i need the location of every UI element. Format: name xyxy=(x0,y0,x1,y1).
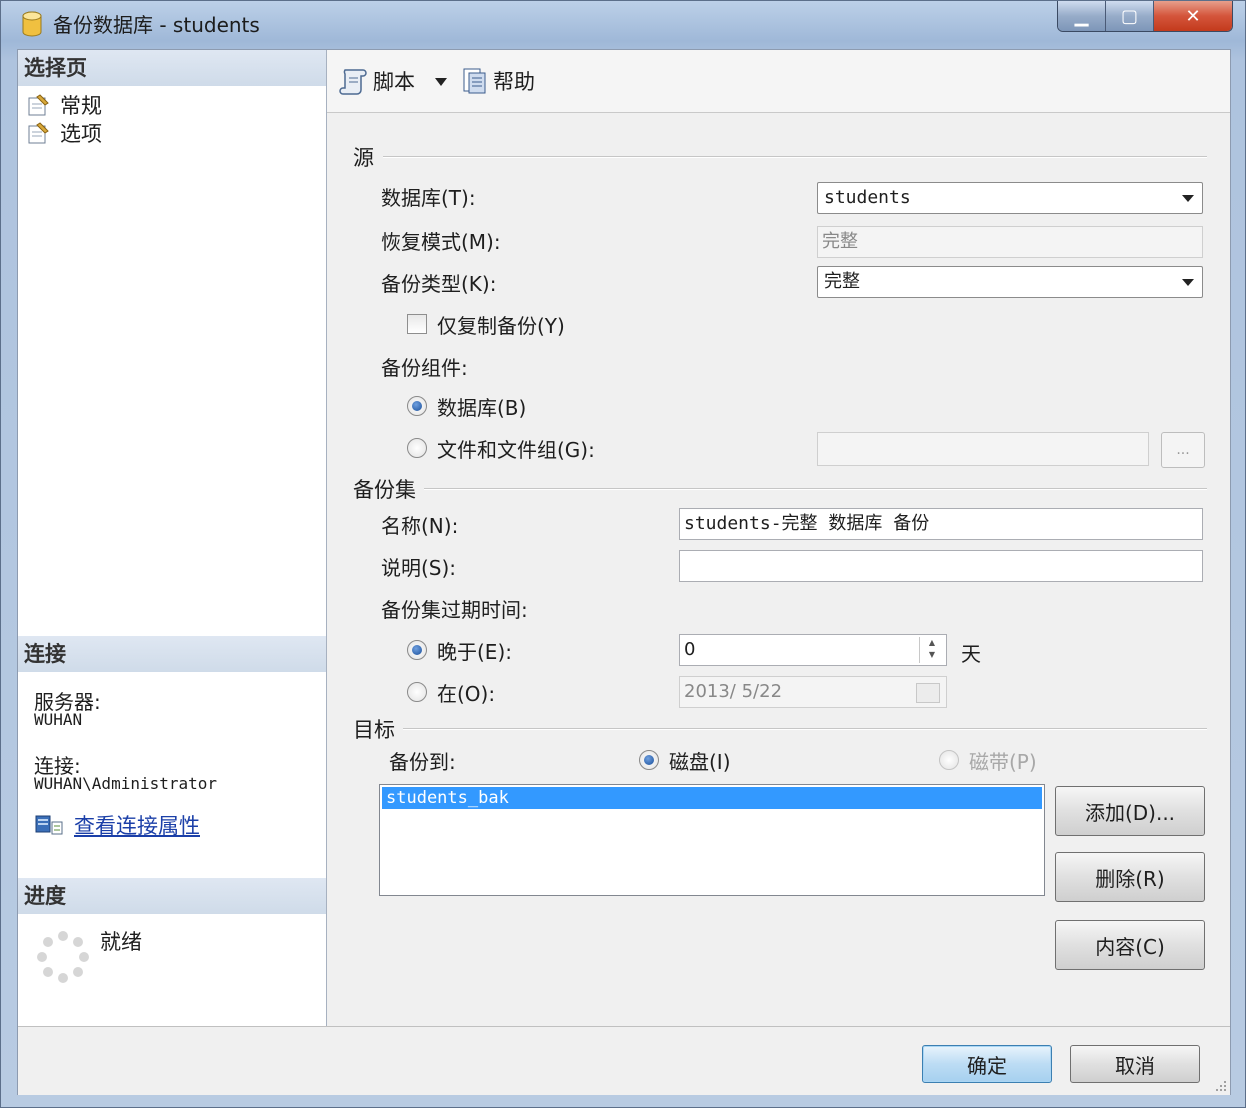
destination-disk-label: 磁盘(I) xyxy=(669,750,731,774)
page-wrench-icon xyxy=(28,94,49,116)
expire-label: 备份集过期时间: xyxy=(381,598,528,622)
close-icon: ✕ xyxy=(1185,5,1201,27)
calendar-icon xyxy=(916,683,940,703)
help-label: 帮助 xyxy=(493,70,535,94)
select-page-header: 选择页 xyxy=(18,50,326,86)
browse-files-button[interactable]: ... xyxy=(1161,432,1205,468)
script-label: 脚本 xyxy=(373,70,415,94)
page-item-general[interactable]: 常规 xyxy=(26,90,102,120)
contents-button[interactable]: 内容(C) xyxy=(1055,920,1205,970)
recovery-model-field: 完整 xyxy=(817,226,1203,258)
connection-header: 连接 xyxy=(18,636,326,672)
copy-only-label: 仅复制备份(Y) xyxy=(437,314,565,338)
database-label: 数据库(T): xyxy=(381,186,476,210)
minimize-button[interactable]: ▁ xyxy=(1058,1,1106,31)
expire-after-label: 晚于(E): xyxy=(437,640,512,664)
server-properties-icon xyxy=(35,815,63,835)
maximize-icon: ▢ xyxy=(1120,5,1138,27)
window-title: 备份数据库 - students xyxy=(53,13,260,37)
title-bar[interactable]: 备份数据库 - students ▁ ▢ ✕ xyxy=(1,1,1245,45)
page-item-label: 选项 xyxy=(60,122,102,146)
dialog-footer: 确定 取消 xyxy=(18,1026,1230,1095)
backup-name-input[interactable]: students-完整 数据库 备份 xyxy=(679,508,1203,540)
description-input[interactable] xyxy=(679,550,1203,582)
left-panel: 选择页 常规 选项 连接 服务器: WUHAN 连接: WUHAN\Admini… xyxy=(18,50,327,1026)
backup-to-label: 备份到: xyxy=(389,750,456,774)
dialog-client-area: 选择页 常规 选项 连接 服务器: WUHAN 连接: WUHAN\Admini… xyxy=(17,49,1231,1095)
script-icon xyxy=(339,69,367,95)
destination-tape-label: 磁带(P) xyxy=(969,750,1037,774)
help-button[interactable]: 帮助 xyxy=(461,66,535,96)
view-connection-properties-label: 查看连接属性 xyxy=(74,814,200,838)
backup-type-label: 备份类型(K): xyxy=(381,272,497,296)
page-item-options[interactable]: 选项 xyxy=(26,118,102,148)
expire-date-value: 2013/ 5/22 xyxy=(684,681,783,702)
progress-status: 就绪 xyxy=(100,930,142,954)
script-dropdown-icon[interactable] xyxy=(435,78,447,86)
ok-button[interactable]: 确定 xyxy=(922,1045,1052,1083)
backup-name-label: 名称(N): xyxy=(381,514,459,538)
backup-database-window: 备份数据库 - students ▁ ▢ ✕ 选择页 常规 选项 连接 服务器:… xyxy=(0,0,1246,1108)
window-controls: ▁ ▢ ✕ xyxy=(1057,1,1233,32)
remove-destination-button[interactable]: 删除(R) xyxy=(1055,852,1205,902)
database-value: students xyxy=(824,187,911,208)
recovery-model-label: 恢复模式(M): xyxy=(381,230,501,254)
maximize-button[interactable]: ▢ xyxy=(1106,1,1154,31)
server-value: WUHAN xyxy=(34,710,83,729)
chevron-down-icon xyxy=(1182,279,1194,286)
expire-after-radio[interactable] xyxy=(407,640,427,660)
expire-date-picker: 2013/ 5/22 xyxy=(679,676,947,708)
list-item[interactable]: students_bak xyxy=(382,787,1042,809)
backup-type-value: 完整 xyxy=(824,271,860,292)
source-group-label: 源 xyxy=(353,142,382,172)
expire-days-value: 0 xyxy=(684,639,696,660)
component-files-radio[interactable] xyxy=(407,438,427,458)
backup-set-group-line xyxy=(419,488,1207,490)
spinner-buttons[interactable]: ▲ ▼ xyxy=(919,637,944,663)
component-database-label: 数据库(B) xyxy=(437,396,527,420)
database-combobox[interactable]: students xyxy=(817,182,1203,214)
script-button[interactable]: 脚本 xyxy=(339,66,415,96)
backup-set-group-label: 备份集 xyxy=(353,474,424,504)
add-destination-button[interactable]: 添加(D)... xyxy=(1055,786,1205,836)
right-panel: 脚本 帮助 源 数据库(T): students 恢复模式(M): 完整 备份类… xyxy=(327,50,1230,1026)
component-files-label: 文件和文件组(G): xyxy=(437,438,595,462)
destination-group-label: 目标 xyxy=(353,714,403,744)
page-item-label: 常规 xyxy=(60,94,102,118)
component-database-radio[interactable] xyxy=(407,396,427,416)
source-group-line xyxy=(383,156,1207,158)
destination-listbox[interactable]: students_bak xyxy=(379,784,1045,896)
connection-value: WUHAN\Administrator xyxy=(34,774,218,793)
expire-on-radio[interactable] xyxy=(407,682,427,702)
close-button[interactable]: ✕ xyxy=(1154,1,1232,31)
progress-spinner-icon xyxy=(37,931,89,983)
page-wrench-icon xyxy=(28,122,49,144)
backup-component-label: 备份组件: xyxy=(381,356,468,380)
backup-type-combobox[interactable]: 完整 xyxy=(817,266,1203,298)
cancel-button[interactable]: 取消 xyxy=(1070,1045,1200,1083)
destination-tape-radio[interactable] xyxy=(939,750,959,770)
files-field xyxy=(817,432,1149,466)
database-icon xyxy=(22,11,42,37)
destination-disk-radio[interactable] xyxy=(639,750,659,770)
expire-days-stepper[interactable]: 0 ▲ ▼ xyxy=(679,634,947,666)
resize-grip-icon[interactable] xyxy=(1214,1079,1228,1093)
help-icon xyxy=(463,68,486,94)
view-connection-properties-link[interactable]: 查看连接属性 xyxy=(34,810,200,840)
days-label: 天 xyxy=(961,642,981,666)
toolbar: 脚本 帮助 xyxy=(327,50,1230,113)
progress-header: 进度 xyxy=(18,878,326,914)
minimize-icon: ▁ xyxy=(1074,5,1089,27)
chevron-down-icon xyxy=(1182,195,1194,202)
expire-on-label: 在(O): xyxy=(437,682,496,706)
destination-group-line xyxy=(403,728,1207,730)
spin-down-icon[interactable]: ▼ xyxy=(920,649,944,661)
description-label: 说明(S): xyxy=(381,556,457,580)
copy-only-checkbox[interactable] xyxy=(407,314,427,334)
